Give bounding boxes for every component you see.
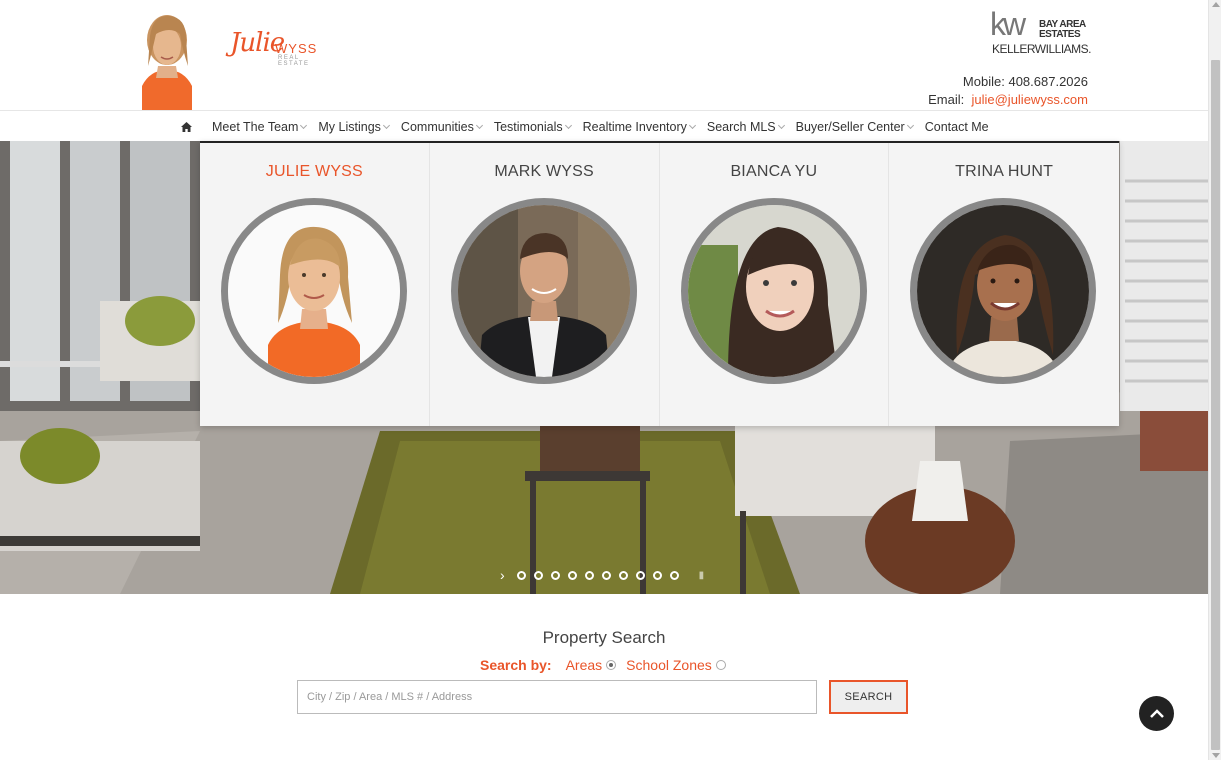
page: Julie WYSS REAL ESTATE kw BAY AREA ESTATE… bbox=[0, 0, 1208, 760]
scrollbar-thumb[interactable] bbox=[1211, 60, 1220, 750]
nav-list: Meet The Team My Listings Communities Te… bbox=[174, 111, 1001, 142]
search-by-label: Search by: bbox=[480, 657, 552, 673]
search-option-areas[interactable]: Areas bbox=[566, 657, 617, 673]
back-to-top-button[interactable] bbox=[1139, 696, 1174, 731]
scroll-down-icon[interactable] bbox=[1212, 753, 1220, 758]
property-search-section: Property Search Search by: Areas School … bbox=[0, 594, 1208, 760]
kw-mark: kw bbox=[990, 6, 1026, 42]
member-name[interactable]: BIANCA YU bbox=[660, 163, 889, 181]
areas-radio[interactable] bbox=[606, 660, 617, 670]
member-name[interactable]: MARK WYSS bbox=[430, 163, 659, 181]
nav-item-my-listings[interactable]: My Listings bbox=[318, 120, 390, 134]
slider-dot[interactable] bbox=[652, 571, 662, 580]
slider-dot[interactable] bbox=[533, 571, 543, 580]
team-member-julie-wyss[interactable]: JULIE WYSS bbox=[200, 143, 430, 426]
nav-item-realtime-inventory[interactable]: Realtime Inventory bbox=[583, 120, 696, 134]
search-by-options: Search by: Areas School Zones bbox=[480, 657, 736, 673]
slider-next-icon[interactable]: › bbox=[500, 568, 505, 582]
contact-info: Mobile: 408.687.2026 Email: julie@juliew… bbox=[928, 73, 1088, 109]
agent-header-photo bbox=[120, 8, 214, 110]
search-option-school-zones[interactable]: School Zones bbox=[626, 657, 726, 673]
slider-dot[interactable] bbox=[516, 571, 526, 580]
chevron-down-icon bbox=[475, 121, 483, 129]
main-nav: Meet The Team My Listings Communities Te… bbox=[0, 110, 1208, 141]
member-name[interactable]: TRINA HUNT bbox=[889, 163, 1119, 181]
slider-pagination: › ▮ bbox=[500, 568, 705, 582]
nav-item-search-mls[interactable]: Search MLS bbox=[707, 120, 785, 134]
search-button[interactable]: SEARCH bbox=[829, 680, 908, 714]
page-scrollbar[interactable] bbox=[1208, 0, 1221, 760]
keller-williams-logo: kw BAY AREA ESTATES KELLERWILLIAMS. bbox=[990, 6, 1092, 56]
nav-item-testimonials[interactable]: Testimonials bbox=[494, 120, 572, 134]
property-search-input[interactable] bbox=[297, 680, 817, 714]
email-link[interactable]: julie@juliewyss.com bbox=[971, 92, 1088, 107]
nav-item-meet-the-team[interactable]: Meet The Team bbox=[212, 120, 308, 134]
meet-the-team-dropdown: JULIE WYSS MARK WYSS BIANCA YU TRINA HUN… bbox=[200, 141, 1119, 426]
member-photo[interactable] bbox=[910, 198, 1097, 384]
school-zones-radio[interactable] bbox=[715, 660, 726, 670]
team-member-mark-wyss[interactable]: MARK WYSS bbox=[430, 143, 660, 426]
slider-dot[interactable] bbox=[584, 571, 594, 580]
chevron-down-icon bbox=[300, 121, 308, 129]
site-header: Julie WYSS REAL ESTATE kw BAY AREA ESTATE… bbox=[0, 0, 1208, 110]
chevron-down-icon bbox=[382, 121, 390, 129]
member-name[interactable]: JULIE WYSS bbox=[200, 163, 429, 181]
nav-item-communities[interactable]: Communities bbox=[401, 120, 483, 134]
member-photo[interactable] bbox=[221, 198, 407, 384]
slider-dot[interactable] bbox=[618, 571, 628, 580]
nav-item-buyer-seller-center[interactable]: Buyer/Seller Center bbox=[796, 120, 914, 134]
kw-name: KELLERWILLIAMS. bbox=[992, 42, 1092, 56]
logo-name: WYSS bbox=[275, 41, 318, 56]
slider-dot[interactable] bbox=[635, 571, 645, 580]
chevron-down-icon bbox=[688, 121, 696, 129]
kw-office: BAY AREA ESTATES bbox=[1039, 19, 1086, 40]
slider-dot[interactable] bbox=[669, 571, 679, 580]
property-search-title: Property Search bbox=[542, 628, 666, 647]
slider-dot[interactable] bbox=[550, 571, 560, 580]
scroll-up-icon[interactable] bbox=[1212, 2, 1220, 7]
mobile-line: Mobile: 408.687.2026 bbox=[962, 74, 1088, 89]
team-member-bianca-yu[interactable]: BIANCA YU bbox=[660, 143, 890, 426]
chevron-up-icon bbox=[1149, 709, 1164, 718]
logo-tagline: REAL ESTATE bbox=[278, 55, 310, 67]
team-member-trina-hunt[interactable]: TRINA HUNT bbox=[889, 143, 1119, 426]
home-icon[interactable] bbox=[174, 120, 198, 134]
member-photo[interactable] bbox=[680, 198, 867, 384]
site-logo[interactable]: Julie WYSS REAL ESTATE bbox=[230, 28, 320, 68]
member-photo[interactable] bbox=[450, 198, 637, 384]
chevron-down-icon bbox=[777, 121, 785, 129]
slider-dot[interactable] bbox=[567, 571, 577, 580]
email-line: Email: julie@juliewyss.com bbox=[928, 92, 1088, 107]
nav-item-contact-me[interactable]: Contact Me bbox=[925, 120, 989, 134]
chevron-down-icon bbox=[906, 121, 914, 129]
mobile-number: 408.687.2026 bbox=[1008, 74, 1088, 89]
chevron-down-icon bbox=[564, 121, 572, 129]
slider-dot[interactable] bbox=[601, 571, 611, 580]
slider-pause-icon[interactable]: ▮ bbox=[699, 570, 705, 581]
